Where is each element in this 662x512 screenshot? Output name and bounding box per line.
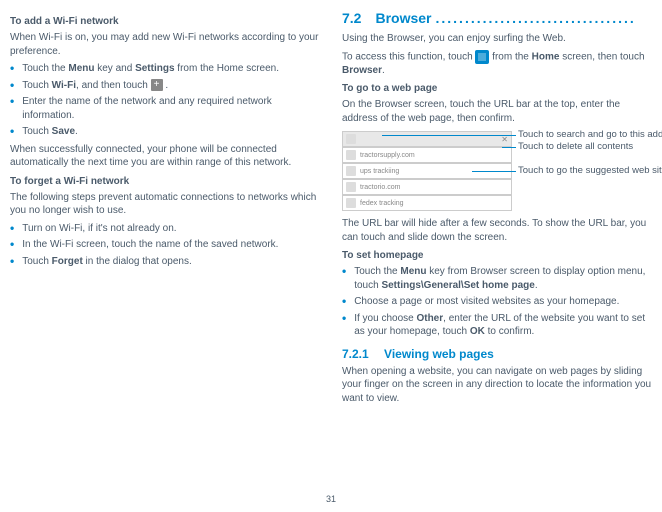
bullet-text: Touch Wi-Fi, and then touch + . — [22, 79, 320, 93]
section-number: 7.2 — [342, 10, 361, 26]
bullet-dot-icon: • — [10, 255, 14, 269]
bullet-dot-icon: • — [10, 62, 14, 76]
url-favicon-icon — [346, 134, 356, 144]
bullet-item: • Choose a page or most visited websites… — [342, 295, 652, 309]
bullet-text: Touch Forget in the dialog that opens. — [22, 255, 320, 269]
url-suggestion: tractorsupply.com — [342, 147, 512, 163]
url-favicon-icon — [346, 150, 356, 160]
callout-search: Touch to search and go to this address — [518, 129, 662, 140]
subsection-number: 7.2.1 — [342, 347, 369, 361]
section-heading-browser: 7.2 Browser ............................… — [342, 10, 652, 26]
callout-line — [502, 147, 516, 149]
subsection-title: Viewing web pages — [384, 347, 494, 361]
bullet-item: • Touch Wi-Fi, and then touch + . — [10, 79, 320, 93]
callout-delete: Touch to delete all contents — [518, 141, 633, 152]
plus-icon: + — [151, 79, 163, 91]
paragraph: On the Browser screen, touch the URL bar… — [342, 98, 652, 125]
paragraph: When Wi-Fi is on, you may add new Wi-Fi … — [10, 31, 320, 58]
right-column: 7.2 Browser ............................… — [342, 10, 652, 502]
bullet-item: • Touch the Menu key and Settings from t… — [10, 62, 320, 76]
paragraph: To access this function, touch from the … — [342, 50, 652, 78]
dotted-leader: .................................. — [432, 10, 653, 26]
bullet-text: Turn on Wi-Fi, if it's not already on. — [22, 222, 320, 236]
bullet-text: Touch the Menu key and Settings from the… — [22, 62, 320, 76]
left-column: To add a Wi-Fi network When Wi-Fi is on,… — [10, 10, 320, 502]
bullet-text: Touch the Menu key from Browser screen t… — [354, 265, 652, 292]
bullet-dot-icon: • — [342, 312, 346, 339]
bullet-item: • Turn on Wi-Fi, if it's not already on. — [10, 222, 320, 236]
heading-set-homepage: To set homepage — [342, 250, 652, 261]
url-favicon-icon — [346, 166, 356, 176]
callout-line — [472, 171, 516, 173]
section-title: Browser — [375, 10, 431, 26]
heading-forget-wifi: To forget a Wi-Fi network — [10, 176, 320, 187]
callout-line — [382, 135, 516, 137]
url-suggestion-text: fedex tracking — [360, 200, 508, 207]
url-favicon-icon — [346, 198, 356, 208]
paragraph: When opening a website, you can navigate… — [342, 365, 652, 406]
heading-goto-page: To go to a web page — [342, 83, 652, 94]
bullet-text: If you choose Other, enter the URL of th… — [354, 312, 652, 339]
bullet-item: • In the Wi-Fi screen, touch the name of… — [10, 238, 320, 252]
heading-add-wifi: To add a Wi-Fi network — [10, 16, 320, 27]
bullet-item: • Touch the Menu key from Browser screen… — [342, 265, 652, 292]
url-suggestion-text: tractorsupply.com — [360, 152, 508, 159]
bullet-text: In the Wi-Fi screen, touch the name of t… — [22, 238, 320, 252]
paragraph: Using the Browser, you can enjoy surfing… — [342, 32, 652, 46]
bullet-dot-icon: • — [10, 222, 14, 236]
bullet-dot-icon: • — [10, 79, 14, 93]
paragraph: When successfully connected, your phone … — [10, 143, 320, 170]
bullet-text: Enter the name of the network and any re… — [22, 95, 320, 122]
bullet-dot-icon: • — [342, 265, 346, 292]
url-suggestion-text: tractorio.com — [360, 184, 508, 191]
bullet-item: • Touch Forget in the dialog that opens. — [10, 255, 320, 269]
bullet-item: • If you choose Other, enter the URL of … — [342, 312, 652, 339]
bullet-text: Choose a page or most visited websites a… — [354, 295, 652, 309]
compass-icon — [475, 50, 489, 64]
url-suggestion: tractorio.com — [342, 179, 512, 195]
paragraph: The URL bar will hide after a few second… — [342, 217, 652, 244]
subsection-heading: 7.2.1 Viewing web pages — [342, 347, 652, 361]
url-bar-top: ✕ — [342, 131, 512, 147]
paragraph: The following steps prevent automatic co… — [10, 191, 320, 218]
url-suggestion: fedex tracking — [342, 195, 512, 211]
bullet-dot-icon: • — [342, 295, 346, 309]
url-favicon-icon — [346, 182, 356, 192]
url-bar-illustration: ✕ tractorsupply.com ups trackiing tracto… — [342, 131, 652, 211]
page-number: 31 — [0, 494, 662, 504]
bullet-dot-icon: • — [10, 238, 14, 252]
bullet-dot-icon: • — [10, 95, 14, 122]
bullet-text: Touch Save. — [22, 125, 320, 139]
bullet-item: • Enter the name of the network and any … — [10, 95, 320, 122]
callout-suggested: Touch to go the suggested web site — [518, 165, 662, 176]
bullet-dot-icon: • — [10, 125, 14, 139]
bullet-item: • Touch Save. — [10, 125, 320, 139]
